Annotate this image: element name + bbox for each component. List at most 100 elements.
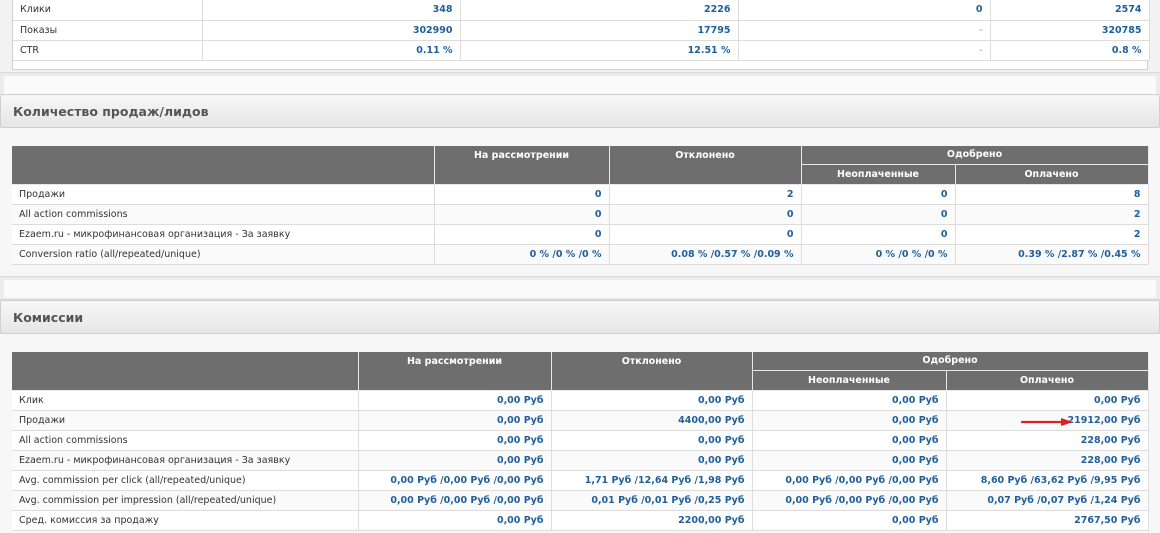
cell-value: 2 (955, 224, 1149, 245)
cell-value: 2574 (990, 0, 1150, 21)
sales-table: На рассмотрении Отклонено Одобрено Неопл… (12, 146, 1149, 265)
cell-value: 0.11 % (202, 40, 461, 61)
cell-value: 348 (202, 0, 461, 21)
cell-value: 8,60 Руб /63,62 Руб /9,95 Руб (946, 470, 1149, 491)
cell-value: 0,00 Руб (946, 390, 1149, 411)
sales-section-body: На рассмотрении Отклонено Одобрено Неопл… (0, 128, 1160, 276)
cell-value: 2 (955, 204, 1149, 225)
cell-value: 0 (801, 184, 956, 205)
commissions-table-wrapper: На рассмотрении Отклонено Одобрено Неопл… (12, 352, 1149, 531)
section-divider (0, 276, 1160, 300)
cell-value: 1,71 Руб /12,64 Руб /1,98 Руб (551, 470, 753, 491)
cell-value: 2226 (460, 0, 739, 21)
section-title: Комиссии (13, 310, 84, 325)
column-header-pending: На рассмотрении (358, 352, 552, 391)
cell-value: 0 (738, 0, 991, 21)
cell-value: 0,00 Руб (551, 390, 753, 411)
table-row: Клики 348 2226 0 2574 (13, 0, 1150, 21)
row-label: Клики (13, 0, 203, 21)
row-label: Avg. commission per click (all/repeated/… (12, 470, 359, 491)
table-row: Ezaem.ru - микрофинансовая организация -… (12, 224, 1149, 245)
cell-value: 0.08 % /0.57 % /0.09 % (609, 244, 802, 265)
table-row: All action commissions 0 0 0 2 (12, 204, 1149, 225)
column-header-approved: Одобрено (752, 352, 1149, 371)
column-header-unpaid: Неоплаченные (801, 164, 956, 185)
cell-value: 228,00 Руб (946, 430, 1149, 451)
cell-value: 0.8 % (990, 40, 1150, 61)
cell-value: 228,00 Руб (946, 450, 1149, 471)
column-header-pending: На рассмотрении (434, 146, 610, 185)
column-header-declined: Отклонено (609, 146, 802, 185)
cell-value: 0 (609, 224, 802, 245)
cell-value: 0.39 % /2.87 % /0.45 % (955, 244, 1149, 265)
cell-value: 0,00 Руб (752, 510, 947, 531)
cell-value: 12.51 % (460, 40, 739, 61)
cell-value: 0 (801, 224, 956, 245)
cell-value: 0,00 Руб (752, 410, 947, 431)
table-row: Продажи 0,00 Руб 4400,00 Руб 0,00 Руб 21… (12, 410, 1149, 431)
row-label: Conversion ratio (all/repeated/unique) (12, 244, 435, 265)
row-label: Продажи (12, 410, 359, 431)
table-row: Avg. commission per click (all/repeated/… (12, 470, 1149, 491)
cell-value: 0,00 Руб (551, 430, 753, 451)
cell-value: 320785 (990, 20, 1150, 41)
cell-value: 0,00 Руб (358, 410, 552, 431)
cell-value: 2 (609, 184, 802, 205)
column-header-paid: Оплачено (955, 164, 1149, 185)
cell-value: - (738, 20, 991, 41)
cell-value: 0 (434, 224, 610, 245)
section-title: Количество продаж/лидов (13, 104, 209, 119)
section-divider (0, 72, 1160, 96)
row-label: All action commissions (12, 430, 359, 451)
row-label: Ezaem.ru - микрофинансовая организация -… (12, 224, 435, 245)
cell-value: 4400,00 Руб (551, 410, 753, 431)
table-row: Продажи 0 2 0 8 (12, 184, 1149, 205)
commissions-section-body: На рассмотрении Отклонено Одобрено Неопл… (0, 334, 1160, 533)
table-row: Avg. commission per impression (all/repe… (12, 490, 1149, 511)
cell-value: 0,00 Руб (752, 450, 947, 471)
column-header-unpaid: Неоплаченные (752, 370, 947, 391)
cell-value: 0,00 Руб /0,00 Руб /0,00 Руб (358, 470, 552, 491)
cell-value: 0 % /0 % /0 % (801, 244, 956, 265)
table-row: Показы 302990 17795 - 320785 (13, 20, 1150, 41)
cell-value: 2200,00 Руб (551, 510, 753, 531)
row-label: Продажи (12, 184, 435, 205)
column-header-approved: Одобрено (801, 146, 1149, 165)
cell-value: 0,00 Руб (358, 430, 552, 451)
row-label: Клик (12, 390, 359, 411)
commissions-section-header: Комиссии (0, 300, 1160, 334)
cell-value: 17795 (460, 20, 739, 41)
table-row: Сред. комиссия за продажу 0,00 Руб 2200,… (12, 510, 1149, 531)
table-row: All action commissions 0,00 Руб 0,00 Руб… (12, 430, 1149, 451)
cell-value: 0,00 Руб /0,00 Руб /0,00 Руб (358, 490, 552, 511)
cell-value: - (738, 40, 991, 61)
cell-value: 8 (955, 184, 1149, 205)
cell-value: 0,00 Руб (551, 450, 753, 471)
cell-value: 0 % /0 % /0 % (434, 244, 610, 265)
table-row: CTR 0.11 % 12.51 % - 0.8 % (13, 40, 1150, 61)
column-header-paid: Оплачено (946, 370, 1149, 391)
table-row: Conversion ratio (all/repeated/unique) 0… (12, 244, 1149, 265)
cell-value: 0,00 Руб (358, 450, 552, 471)
column-header-label (12, 146, 435, 185)
cell-value: 2767,50 Руб (946, 510, 1149, 531)
commissions-table: На рассмотрении Отклонено Одобрено Неопл… (12, 352, 1149, 531)
cell-value: 0 (609, 204, 802, 225)
row-label: All action commissions (12, 204, 435, 225)
cell-value: 0,00 Руб (752, 430, 947, 451)
cell-value: 0,00 Руб /0,00 Руб /0,00 Руб (752, 470, 947, 491)
sales-table-wrapper: На рассмотрении Отклонено Одобрено Неопл… (12, 146, 1149, 265)
cell-value: 0,00 Руб (752, 390, 947, 411)
cell-value: 0 (801, 204, 956, 225)
traffic-stats-table: Клики 348 2226 0 2574 Показы 302990 1779… (13, 0, 1150, 61)
cell-value: 0 (434, 184, 610, 205)
table-row: Ezaem.ru - микрофинансовая организация -… (12, 450, 1149, 471)
row-label: Avg. commission per impression (all/repe… (12, 490, 359, 511)
column-header-declined: Отклонено (551, 352, 753, 391)
cell-value: 0,00 Руб (358, 510, 552, 531)
sales-section-header: Количество продаж/лидов (0, 94, 1160, 128)
cell-value: 0,00 Руб (358, 390, 552, 411)
row-label: Показы (13, 20, 203, 41)
table-row: Клик 0,00 Руб 0,00 Руб 0,00 Руб 0,00 Руб (12, 390, 1149, 411)
row-label: Сред. комиссия за продажу (12, 510, 359, 531)
